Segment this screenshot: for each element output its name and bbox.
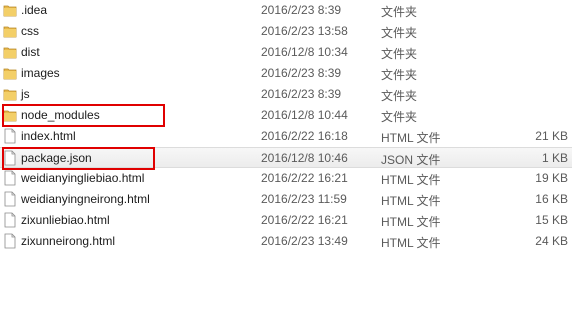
file-date: 2016/2/23 8:39 [261,3,342,17]
file-date: 2016/2/23 13:49 [261,234,348,248]
file-icon [3,191,17,207]
red-highlight-box-package-json [2,147,155,170]
red-highlight-box-node-modules [2,104,165,127]
file-icon [3,233,17,249]
list-item[interactable]: index.html 2016/2/22 16:18 HTML 文件 21 KB [0,126,586,147]
file-type: 文件夹 [381,68,418,82]
folder-icon [3,86,17,102]
list-item[interactable]: css 2016/2/23 13:58 文件夹 [0,21,586,42]
list-item[interactable]: zixunliebiao.html 2016/2/22 16:21 HTML 文… [0,210,586,231]
file-icon [3,128,17,144]
file-type: HTML 文件 [381,215,441,229]
file-type: JSON 文件 [381,153,441,167]
list-item[interactable]: images 2016/2/23 8:39 文件夹 [0,63,586,84]
file-type: 文件夹 [381,26,418,40]
list-item[interactable]: weidianyingneirong.html 2016/2/23 11:59 … [0,189,586,210]
file-name: images [21,66,60,80]
list-item[interactable]: js 2016/2/23 8:39 文件夹 [0,84,586,105]
file-size: 21 KB [535,129,568,143]
file-name: .idea [21,3,48,17]
file-name: zixunliebiao.html [21,213,110,227]
file-icon [3,212,17,228]
file-date: 2016/2/22 16:21 [261,171,348,185]
folder-icon [3,44,17,60]
list-item[interactable]: weidianyingliebiao.html 2016/2/22 16:21 … [0,168,586,189]
file-date: 2016/2/22 16:18 [261,129,348,143]
file-name: weidianyingliebiao.html [21,171,145,185]
file-name: css [21,24,39,38]
file-type: 文件夹 [381,47,418,61]
file-size: 24 KB [535,234,568,248]
file-type: HTML 文件 [381,236,441,250]
file-name: dist [21,45,40,59]
folder-icon [3,2,17,18]
file-type: 文件夹 [381,89,418,103]
file-date: 2016/2/23 13:58 [261,24,348,38]
file-size: 15 KB [535,213,568,227]
file-size: 1 KB [541,151,568,165]
file-date: 2016/12/8 10:44 [261,108,348,122]
file-icon [3,170,17,186]
file-type: 文件夹 [381,5,418,19]
file-date: 2016/12/8 10:46 [261,151,348,165]
file-date: 2016/2/23 8:39 [261,87,342,101]
file-size: 19 KB [535,171,568,185]
file-type: HTML 文件 [381,173,441,187]
file-date: 2016/2/23 8:39 [261,66,342,80]
file-type: 文件夹 [381,110,418,124]
file-date: 2016/2/22 16:21 [261,213,348,227]
list-item[interactable]: dist 2016/12/8 10:34 文件夹 [0,42,586,63]
file-name: index.html [21,129,76,143]
folder-icon [3,65,17,81]
file-name: zixunneirong.html [21,234,116,248]
file-type: HTML 文件 [381,131,441,145]
file-size: 16 KB [535,192,568,206]
file-date: 2016/2/23 11:59 [261,192,347,206]
list-item[interactable]: .idea 2016/2/23 8:39 文件夹 [0,0,586,21]
file-name: js [21,87,30,101]
list-item[interactable]: zixunneirong.html 2016/2/23 13:49 HTML 文… [0,231,586,252]
file-name: weidianyingneirong.html [21,192,150,206]
file-type: HTML 文件 [381,194,441,208]
folder-icon [3,23,17,39]
file-date: 2016/12/8 10:34 [261,45,348,59]
